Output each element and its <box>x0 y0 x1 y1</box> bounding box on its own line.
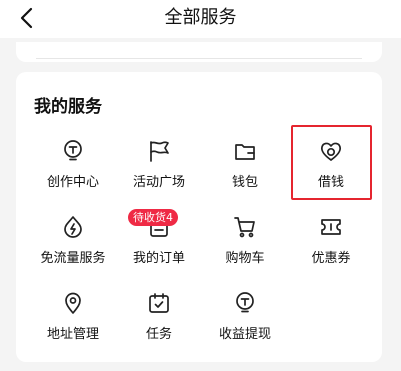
service-label: 创作中心 <box>46 175 99 190</box>
pending-delivery-badge: 待收货4 <box>128 209 178 226</box>
task-calendar-icon <box>147 291 171 315</box>
service-coupons[interactable]: 优惠券 <box>286 215 376 281</box>
service-creation-center[interactable]: 创作中心 <box>28 139 118 205</box>
data-saver-icon <box>61 215 85 239</box>
page-title: 全部服务 <box>164 7 237 28</box>
selection-highlight-box <box>291 125 372 200</box>
coin-icon <box>233 291 257 315</box>
top-bar: 全部服务 <box>0 0 401 38</box>
service-label: 活动广场 <box>132 175 185 190</box>
flag-icon <box>147 139 171 163</box>
service-label: 钱包 <box>231 175 258 190</box>
service-label: 购物车 <box>225 251 265 266</box>
cart-icon <box>233 215 257 239</box>
service-earnings-withdraw[interactable]: 收益提现 <box>200 291 290 357</box>
service-label: 任务 <box>145 327 172 342</box>
divider <box>36 58 362 59</box>
service-address-management[interactable]: 地址管理 <box>28 291 118 357</box>
location-pin-icon <box>61 291 85 315</box>
service-data-free[interactable]: 免流量服务 <box>28 215 118 281</box>
service-tasks[interactable]: 任务 <box>114 291 204 357</box>
section-title: 我的服务 <box>34 97 102 117</box>
wallet-icon <box>233 139 257 163</box>
service-label: 优惠券 <box>311 251 351 266</box>
service-label: 我的订单 <box>132 251 185 266</box>
previous-section-card <box>16 42 382 62</box>
service-cart[interactable]: 购物车 <box>200 215 290 281</box>
service-activity-square[interactable]: 活动广场 <box>114 139 204 205</box>
coupon-icon <box>319 215 343 239</box>
service-label: 地址管理 <box>46 327 99 342</box>
my-services-card: 我的服务 创作中心 活动广场 钱包 借钱 免流量服务 待收货4 我的订单 购物车… <box>16 72 382 362</box>
lightbulb-icon <box>61 139 85 163</box>
service-label: 收益提现 <box>218 327 271 342</box>
service-wallet[interactable]: 钱包 <box>200 139 290 205</box>
service-my-orders[interactable]: 待收货4 我的订单 <box>114 209 204 281</box>
service-label: 免流量服务 <box>40 251 106 266</box>
